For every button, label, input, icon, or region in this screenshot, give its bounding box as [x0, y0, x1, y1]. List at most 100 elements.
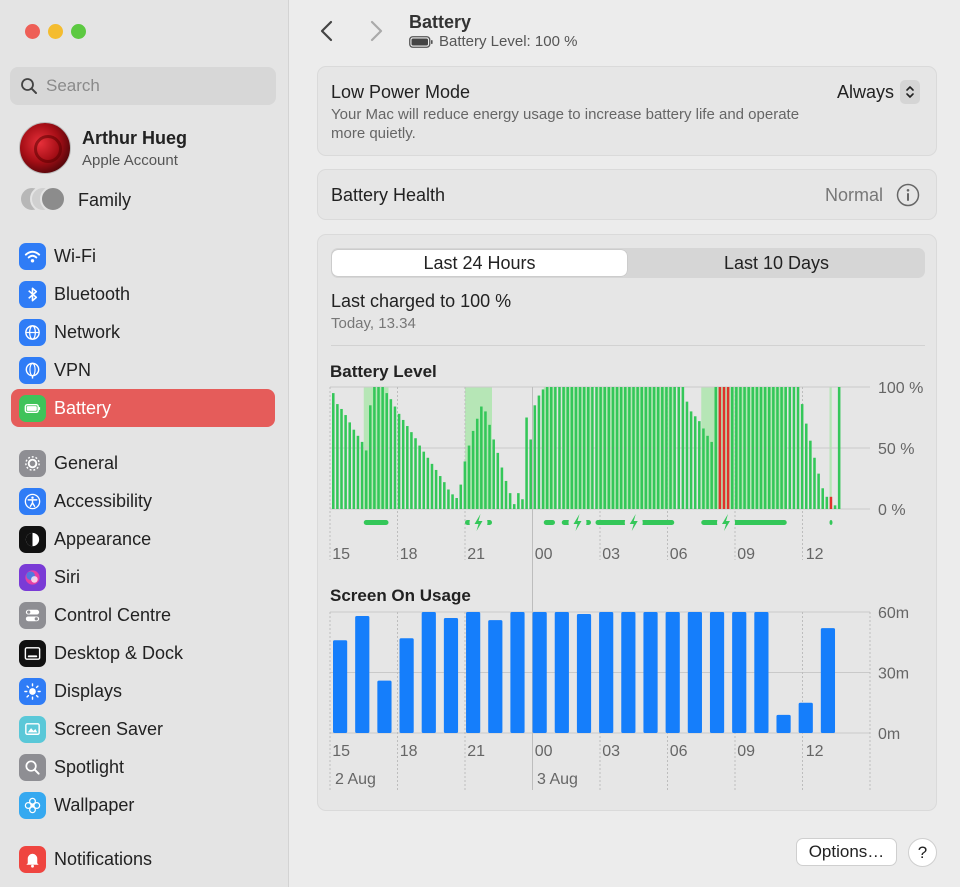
battery-bar	[463, 461, 467, 509]
battery-bar	[517, 493, 520, 509]
battery-bar	[722, 387, 726, 509]
battery-bar	[689, 411, 693, 509]
battery-bar	[422, 451, 426, 509]
battery-bar	[401, 419, 405, 509]
usage-bar	[399, 638, 414, 733]
battery-bar	[829, 496, 833, 509]
battery-bar	[541, 389, 545, 509]
battery-bar	[570, 387, 574, 509]
battery-bar	[549, 387, 553, 509]
y-tick-label: 100 %	[878, 380, 923, 397]
battery-bar	[508, 493, 512, 509]
battery-bar	[755, 387, 759, 509]
battery-bar	[599, 387, 602, 509]
battery-bar	[521, 499, 524, 509]
options-button[interactable]: Options…	[796, 838, 897, 866]
battery-bar	[698, 421, 701, 509]
battery-bar	[566, 387, 569, 509]
battery-bar	[800, 404, 804, 509]
usage-bar	[798, 702, 813, 733]
battery-bar	[714, 387, 718, 509]
battery-bar	[504, 480, 508, 509]
battery-bar	[821, 488, 824, 509]
battery-bar	[554, 387, 557, 509]
battery-bar	[364, 450, 368, 509]
battery-bar	[447, 489, 450, 509]
x-tick-label: 09	[737, 546, 755, 563]
battery-bar	[792, 387, 796, 509]
usage-bar	[687, 612, 702, 733]
battery-bar	[591, 387, 594, 509]
battery-bar	[562, 387, 565, 509]
battery-bar	[611, 387, 615, 509]
battery-bar	[352, 429, 356, 509]
battery-bar	[636, 387, 639, 509]
battery-bar	[336, 404, 339, 509]
y-tick-label: 30m	[878, 666, 909, 683]
battery-bar	[739, 387, 742, 509]
battery-bar	[796, 387, 800, 509]
battery-bar	[743, 387, 746, 509]
battery-bar	[603, 387, 607, 509]
y-tick-label: 50 %	[878, 441, 914, 458]
battery-bar	[582, 387, 586, 509]
usage-bar	[554, 612, 569, 733]
battery-bar	[624, 387, 627, 509]
battery-bar	[529, 439, 532, 509]
battery-bar	[492, 439, 495, 509]
battery-bar	[414, 438, 417, 509]
battery-bar	[780, 387, 783, 509]
battery-bar	[418, 445, 421, 509]
battery-bar	[451, 494, 454, 509]
battery-bar	[730, 387, 734, 509]
battery-bar	[833, 505, 837, 509]
battery-bar	[443, 482, 446, 509]
battery-bar	[813, 457, 816, 509]
x-tick-label: 18	[400, 546, 418, 563]
battery-bar	[587, 387, 590, 509]
date-label: 3 Aug	[537, 771, 578, 788]
battery-bar	[595, 387, 598, 509]
battery-level-chart-title: Battery Level	[330, 362, 437, 381]
x-tick-label: 15	[332, 546, 350, 563]
battery-bar	[747, 387, 750, 509]
battery-bar	[648, 387, 652, 509]
battery-bar	[332, 393, 335, 509]
usage-bar	[355, 616, 370, 733]
usage-bar	[754, 612, 769, 733]
battery-bar	[467, 445, 471, 509]
battery-bar	[426, 457, 430, 509]
x-tick-label: 00	[535, 743, 553, 760]
x-tick-label: 03	[602, 546, 620, 563]
usage-bar	[599, 612, 614, 733]
usage-bar	[576, 614, 592, 733]
x-tick-label: 21	[467, 743, 485, 760]
battery-bar	[817, 473, 820, 509]
battery-bar	[763, 387, 767, 509]
battery-bar	[533, 405, 537, 509]
charts-canvas: Battery Level 100 % 50 % 0 % 15 18 21 00 03 06 09 1…	[329, 362, 923, 790]
x-tick-label: 12	[806, 546, 824, 563]
usage-bar	[421, 612, 436, 733]
x-tick-label: 18	[400, 743, 418, 760]
battery-bar	[397, 413, 401, 509]
battery-bar	[480, 406, 483, 509]
y-tick-label: 0 %	[878, 502, 906, 519]
battery-bar	[496, 452, 500, 509]
battery-bar	[537, 395, 541, 509]
battery-bar	[726, 387, 730, 509]
help-button[interactable]: ?	[908, 838, 937, 867]
battery-bar	[710, 441, 713, 509]
battery-bar	[410, 432, 413, 509]
x-tick-label: 21	[467, 546, 485, 563]
usage-bar	[333, 640, 348, 733]
x-tick-label: 15	[332, 743, 350, 760]
battery-bar	[693, 416, 697, 509]
battery-bar	[377, 387, 380, 509]
battery-bar	[619, 387, 623, 509]
battery-bar	[360, 441, 364, 509]
battery-bar	[804, 423, 808, 509]
battery-bar	[706, 435, 709, 509]
battery-bar	[434, 469, 438, 509]
battery-bar	[484, 411, 487, 509]
